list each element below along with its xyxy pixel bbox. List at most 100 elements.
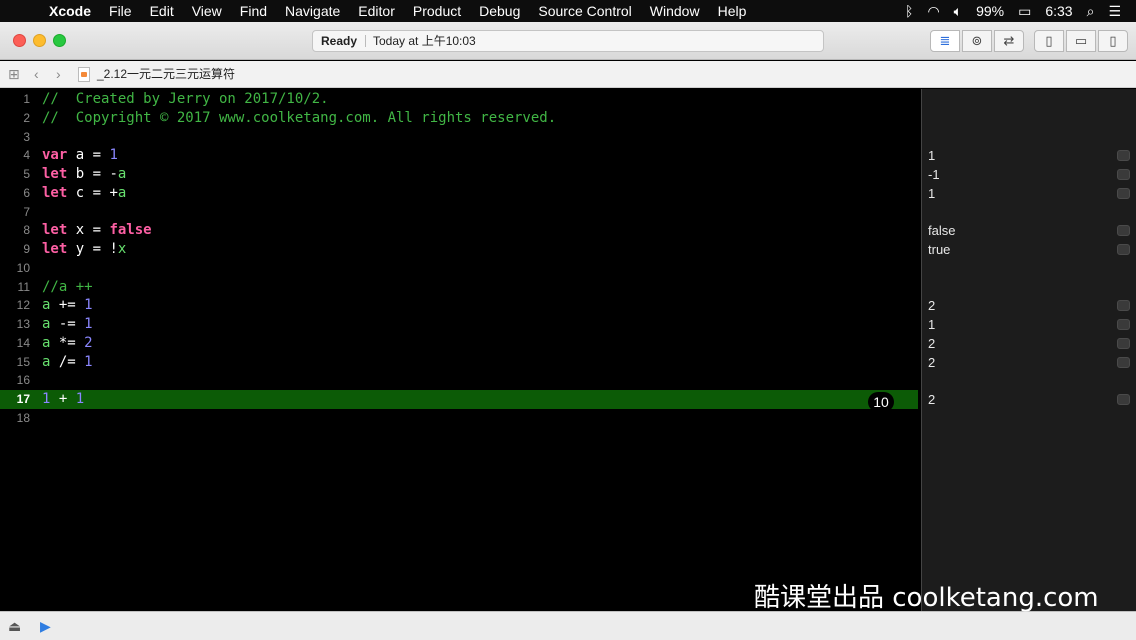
code-line[interactable]: 14 a *= 2 <box>0 334 918 353</box>
back-chevron-icon[interactable]: ‹ <box>34 61 39 88</box>
menu-window[interactable]: Window <box>641 0 709 22</box>
code-line[interactable]: 11 //a ++ <box>0 278 918 297</box>
quick-look-icon[interactable] <box>1117 300 1130 312</box>
code-text: a += 1 <box>42 296 93 315</box>
quick-look-icon[interactable] <box>1117 187 1130 199</box>
menu-editor[interactable]: Editor <box>349 0 404 22</box>
result-value: -1 <box>928 167 940 182</box>
code-text: // Copyright © 2017 www.coolketang.com. … <box>42 109 556 128</box>
debug-area-toggle-icon[interactable]: ▭ <box>1066 30 1096 52</box>
code-token: 1 <box>84 297 93 314</box>
code-token: y = ! <box>67 241 118 257</box>
code-line[interactable]: 8 let x = false <box>0 221 918 240</box>
code-line[interactable]: 15 a /= 1 <box>0 353 918 372</box>
battery-percent[interactable]: 99% <box>969 0 1011 22</box>
menu-view[interactable]: View <box>183 0 231 22</box>
code-line[interactable]: 7 <box>0 203 918 222</box>
code-line[interactable]: 2 // Copyright © 2017 www.coolketang.com.… <box>0 109 918 128</box>
navigator-toggle-icon[interactable]: ▯ <box>1034 30 1064 52</box>
menu-product[interactable]: Product <box>404 0 470 22</box>
code-token: += <box>50 297 85 314</box>
menu-navigate[interactable]: Navigate <box>276 0 349 22</box>
notification-center-icon[interactable]: ☰ <box>1101 0 1128 22</box>
line-number: 2 <box>23 110 30 125</box>
related-items-icon[interactable]: ⊞ <box>8 61 20 88</box>
menu-bar: Xcode File Edit View Find Navigate Edito… <box>0 0 1136 22</box>
menu-edit[interactable]: Edit <box>141 0 183 22</box>
quick-look-icon[interactable] <box>1117 244 1130 255</box>
code-line[interactable]: 18 <box>0 409 918 428</box>
quick-look-icon[interactable] <box>1117 169 1130 180</box>
standard-editor-icon[interactable]: ≣ <box>930 30 960 52</box>
code-token: let <box>42 184 68 201</box>
hide-debug-area-icon[interactable]: ⏏ <box>8 618 21 634</box>
minimize-window-button[interactable] <box>33 34 46 47</box>
code-token: /= <box>50 353 85 370</box>
code-line[interactable]: 5 let b = -a <box>0 165 918 184</box>
line-number: 15 <box>16 354 30 369</box>
result-value: false <box>928 223 956 239</box>
inline-result-bubble[interactable]: 10 <box>868 392 894 412</box>
menu-help[interactable]: Help <box>709 0 756 22</box>
quick-look-icon[interactable] <box>1117 337 1130 349</box>
current-code-line[interactable]: 17 1 + 1 <box>0 390 918 409</box>
result-row: 2 <box>922 296 1136 315</box>
menu-source-control[interactable]: Source Control <box>529 0 640 22</box>
version-editor-icon[interactable]: ⇄ <box>994 30 1024 52</box>
code-line[interactable]: 12 a += 1 <box>0 296 918 315</box>
code-text: let y = !x <box>42 240 126 259</box>
activity-viewer: Ready Today at 上午10:03 <box>312 30 824 52</box>
menu-app-name[interactable]: Xcode <box>40 0 100 22</box>
code-text: //a ++ <box>42 278 93 297</box>
close-window-button[interactable] <box>13 34 26 47</box>
battery-icon[interactable]: ▭ <box>1011 0 1038 22</box>
quick-look-icon[interactable] <box>1117 319 1130 330</box>
code-line[interactable]: 16 <box>0 371 918 390</box>
menu-debug[interactable]: Debug <box>470 0 529 22</box>
run-playground-icon[interactable]: ▶ <box>40 618 51 634</box>
forward-chevron-icon[interactable]: › <box>56 61 61 88</box>
wifi-icon[interactable]: ◠ <box>920 0 946 22</box>
code-line[interactable]: 4 var a = 1 <box>0 146 918 165</box>
quick-look-icon[interactable] <box>1117 356 1130 368</box>
line-number: 7 <box>23 204 30 219</box>
code-token: // Created by Jerry on 2017/10/2. <box>42 91 329 107</box>
code-token: *= <box>50 334 85 351</box>
code-editor[interactable]: 1 // Created by Jerry on 2017/10/2. 2 // Co… <box>0 89 921 611</box>
volume-icon[interactable]: 🔈︎ <box>947 0 969 22</box>
result-value: 2 <box>928 392 936 407</box>
code-line[interactable]: 13 a -= 1 <box>0 315 918 334</box>
code-line[interactable]: 1 // Created by Jerry on 2017/10/2. <box>0 90 918 109</box>
results-sidebar: 1 -1 1 false true 2 1 2 2 2 <box>921 89 1136 611</box>
quick-look-icon[interactable] <box>1117 150 1130 162</box>
spotlight-search-icon[interactable]: ⌕ <box>1080 0 1102 22</box>
window-toolbar: Ready Today at 上午10:03 ≣ ⊚ ⇄ ▯ ▭ ▯ <box>0 22 1136 60</box>
bluetooth-icon[interactable]: ᛒ <box>898 0 920 22</box>
code-token: false <box>109 222 152 239</box>
result-value: 2 <box>928 335 936 351</box>
quick-look-icon[interactable] <box>1117 394 1130 405</box>
code-line[interactable]: 10 <box>0 259 918 278</box>
quick-look-icon[interactable] <box>1117 225 1130 237</box>
result-value: 1 <box>928 185 936 201</box>
breadcrumb-filename[interactable]: _2.12一元二元三元运算符 <box>97 61 235 88</box>
menu-file[interactable]: File <box>100 0 141 22</box>
menu-find[interactable]: Find <box>231 0 276 22</box>
clock[interactable]: 6:33 <box>1038 0 1079 22</box>
code-text: // Created by Jerry on 2017/10/2. <box>42 90 329 109</box>
result-row: true <box>922 240 1136 259</box>
assistant-editor-icon[interactable]: ⊚ <box>962 30 992 52</box>
code-token: //a ++ <box>42 278 93 295</box>
utilities-toggle-icon[interactable]: ▯ <box>1098 30 1128 52</box>
code-token: 2 <box>84 334 93 351</box>
code-token: + <box>50 391 76 407</box>
line-number: 4 <box>23 148 30 163</box>
zoom-window-button[interactable] <box>53 34 66 47</box>
code-token: 1 <box>84 353 93 370</box>
code-line[interactable]: 9 let y = !x <box>0 240 918 259</box>
code-line[interactable]: 3 <box>0 128 918 147</box>
code-text: a -= 1 <box>42 315 93 334</box>
code-line[interactable]: 6 let c = +a <box>0 184 918 203</box>
line-number: 12 <box>16 298 30 313</box>
code-text: let b = -a <box>42 165 126 184</box>
